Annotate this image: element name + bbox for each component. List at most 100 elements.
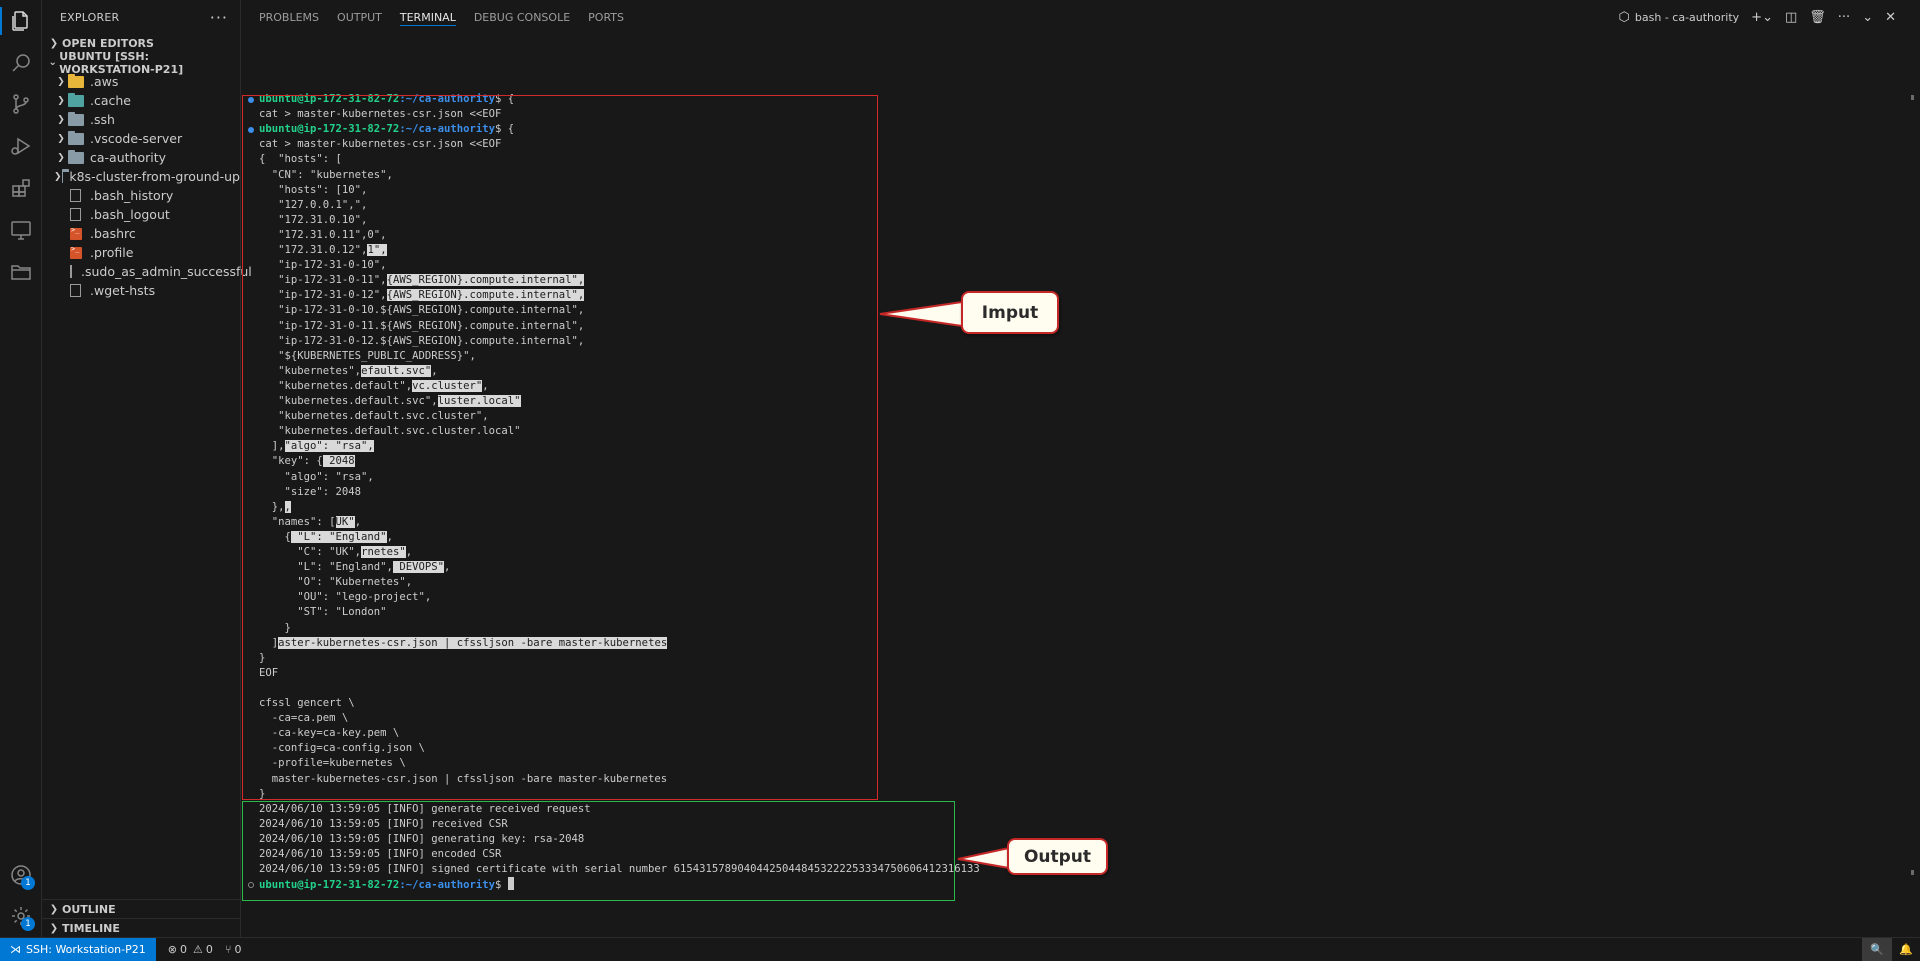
file-icon — [70, 189, 81, 202]
explorer-icon[interactable] — [0, 1, 42, 41]
remote-icon: ⋊ — [10, 943, 21, 956]
chevron-right-icon: ❯ — [57, 114, 65, 125]
tree-item[interactable]: .bash_logout — [42, 205, 240, 224]
chevron-right-icon: ❯ — [49, 923, 59, 934]
remote-indicator[interactable]: ⋊ SSH: Workstation-P21 — [0, 938, 156, 961]
accounts-icon[interactable]: 1 — [0, 855, 42, 895]
tree-item[interactable]: ❯ k8s-cluster-from-ground-up — [42, 167, 240, 186]
zoom-icon[interactable]: 🔍 — [1862, 938, 1892, 961]
tree-item-label: .sudo_as_admin_successful — [81, 264, 252, 279]
search-icon[interactable] — [0, 43, 42, 83]
tree-item-label: k8s-cluster-from-ground-up — [69, 169, 240, 184]
warning-icon: ⚠ — [192, 943, 203, 956]
run-debug-icon[interactable] — [0, 126, 42, 166]
timeline-label: TIMELINE — [62, 922, 120, 935]
chevron-right-icon: ❯ — [49, 904, 59, 915]
input-callout: Imput — [961, 291, 1059, 334]
tree-item-label: .profile — [90, 245, 134, 260]
panel-actions: ⬡ bash - ca-authority +⌄ ◫ 🗑 ··· ⌄ ✕ — [1619, 0, 1896, 34]
tree-item[interactable]: .sudo_as_admin_successful — [42, 262, 252, 281]
settings-gear-icon[interactable]: 1 — [0, 896, 42, 936]
folder-view-icon[interactable] — [0, 252, 42, 292]
warning-count: 0 — [205, 943, 213, 956]
chevron-right-icon: ❯ — [57, 95, 65, 106]
chevron-right-icon: ❯ — [57, 152, 65, 163]
timeline-section[interactable]: ❯ TIMELINE — [42, 918, 241, 938]
shell-file-icon — [70, 226, 82, 240]
file-icon — [70, 284, 81, 297]
folder-icon — [68, 149, 84, 164]
output-highlight-box — [242, 801, 955, 901]
tab-ports[interactable]: PORTS — [588, 0, 624, 34]
ports-icon: ⑂ — [224, 943, 232, 956]
outline-label: OUTLINE — [62, 903, 116, 916]
chevron-right-icon: ❯ — [57, 76, 65, 87]
remote-explorer-icon[interactable] — [0, 210, 42, 250]
vscode-window: 1 1 EXPLORER ··· ❯ OPEN EDITORS ⌄ UBUNTU… — [0, 0, 1920, 961]
tab-output[interactable]: OUTPUT — [337, 0, 382, 34]
terminal-selector[interactable]: ⬡ bash - ca-authority — [1619, 10, 1740, 25]
tree-item[interactable]: ❯ .ssh — [42, 110, 240, 129]
bell-icon[interactable]: 🔔 — [1892, 938, 1920, 961]
tree-item-label: .wget-hsts — [90, 283, 156, 298]
workspace-section[interactable]: ⌄ UBUNTU [SSH: WORKSTATION-P21] — [42, 50, 240, 76]
chevron-down-icon[interactable]: ⌄ — [1862, 10, 1873, 25]
extensions-icon[interactable] — [0, 168, 42, 208]
tree-item-label: .bash_history — [90, 188, 174, 203]
terminal-name: bash - ca-authority — [1634, 10, 1740, 24]
input-highlight-box — [242, 95, 878, 800]
tree-item[interactable]: ❯ ca-authority — [42, 148, 240, 167]
ports-indicator[interactable]: ⑂ 0 — [225, 943, 242, 956]
chevron-down-icon: ⌄ — [48, 57, 57, 68]
terminal-icon: ⬡ — [1618, 9, 1630, 25]
tree-item[interactable]: ❯ .vscode-server — [42, 129, 240, 148]
file-icon — [70, 208, 81, 221]
accounts-badge: 1 — [21, 876, 35, 890]
folder-icon — [68, 130, 84, 145]
close-icon[interactable]: ✕ — [1885, 10, 1896, 25]
chevron-right-icon: ❯ — [49, 38, 59, 49]
more-actions-icon[interactable]: ··· — [210, 8, 228, 27]
settings-badge: 1 — [21, 917, 35, 931]
folder-aws-icon — [68, 73, 84, 88]
tree-item-label: ca-authority — [90, 150, 167, 165]
open-editors-label: OPEN EDITORS — [62, 37, 154, 50]
remote-label: SSH: Workstation-P21 — [26, 943, 146, 956]
explorer-sidebar: EXPLORER ··· ❯ OPEN EDITORS ⌄ UBUNTU [SS… — [42, 0, 252, 938]
more-icon[interactable]: ··· — [1838, 10, 1850, 25]
tab-terminal[interactable]: TERMINAL — [399, 0, 456, 34]
new-terminal-icon[interactable]: +⌄ — [1751, 10, 1773, 25]
tab-problems[interactable]: PROBLEMS — [259, 0, 319, 34]
tree-item[interactable]: .bash_history — [42, 186, 240, 205]
explorer-header: EXPLORER ··· — [42, 0, 240, 34]
tab-debug-console[interactable]: DEBUG CONSOLE — [474, 0, 570, 34]
error-count: 0 — [179, 943, 187, 956]
tree-item[interactable]: .bashrc — [42, 224, 240, 243]
trash-icon[interactable]: 🗑 — [1809, 10, 1826, 25]
workspace-label: UBUNTU [SSH: WORKSTATION-P21] — [59, 49, 184, 76]
ports-count: 0 — [234, 943, 242, 956]
chevron-right-icon: ❯ — [54, 171, 62, 182]
explorer-title: EXPLORER — [60, 10, 120, 24]
tree-item[interactable]: ❯ .cache — [42, 91, 240, 110]
status-right: 🔍 🔔 — [1862, 938, 1920, 961]
shell-file-icon — [70, 245, 82, 259]
problems-indicator[interactable]: ⊗ 0 ⚠ 0 — [168, 943, 213, 956]
split-terminal-icon[interactable]: ◫ — [1785, 10, 1797, 25]
error-icon: ⊗ — [167, 943, 177, 956]
folder-cache-icon — [68, 92, 84, 107]
tree-item-label: .cache — [90, 93, 131, 108]
folder-icon — [61, 168, 68, 183]
file-icon — [70, 265, 72, 278]
tree-item-label: .vscode-server — [90, 131, 183, 146]
tree-item-label: .bash_logout — [90, 207, 170, 222]
outline-section[interactable]: ❯ OUTLINE — [42, 899, 241, 919]
activity-bar: 1 1 — [0, 0, 42, 937]
tree-item[interactable]: .wget-hsts — [42, 281, 240, 300]
tree-item[interactable]: .profile — [42, 243, 240, 262]
source-control-icon[interactable] — [0, 84, 42, 124]
tree-item-label: .aws — [90, 74, 119, 89]
status-bar: ⋊ SSH: Workstation-P21 ⊗ 0 ⚠ 0 ⑂ 0 🔍 🔔 — [0, 937, 1920, 961]
tree-item-label: .ssh — [90, 112, 115, 127]
chevron-right-icon: ❯ — [57, 133, 65, 144]
